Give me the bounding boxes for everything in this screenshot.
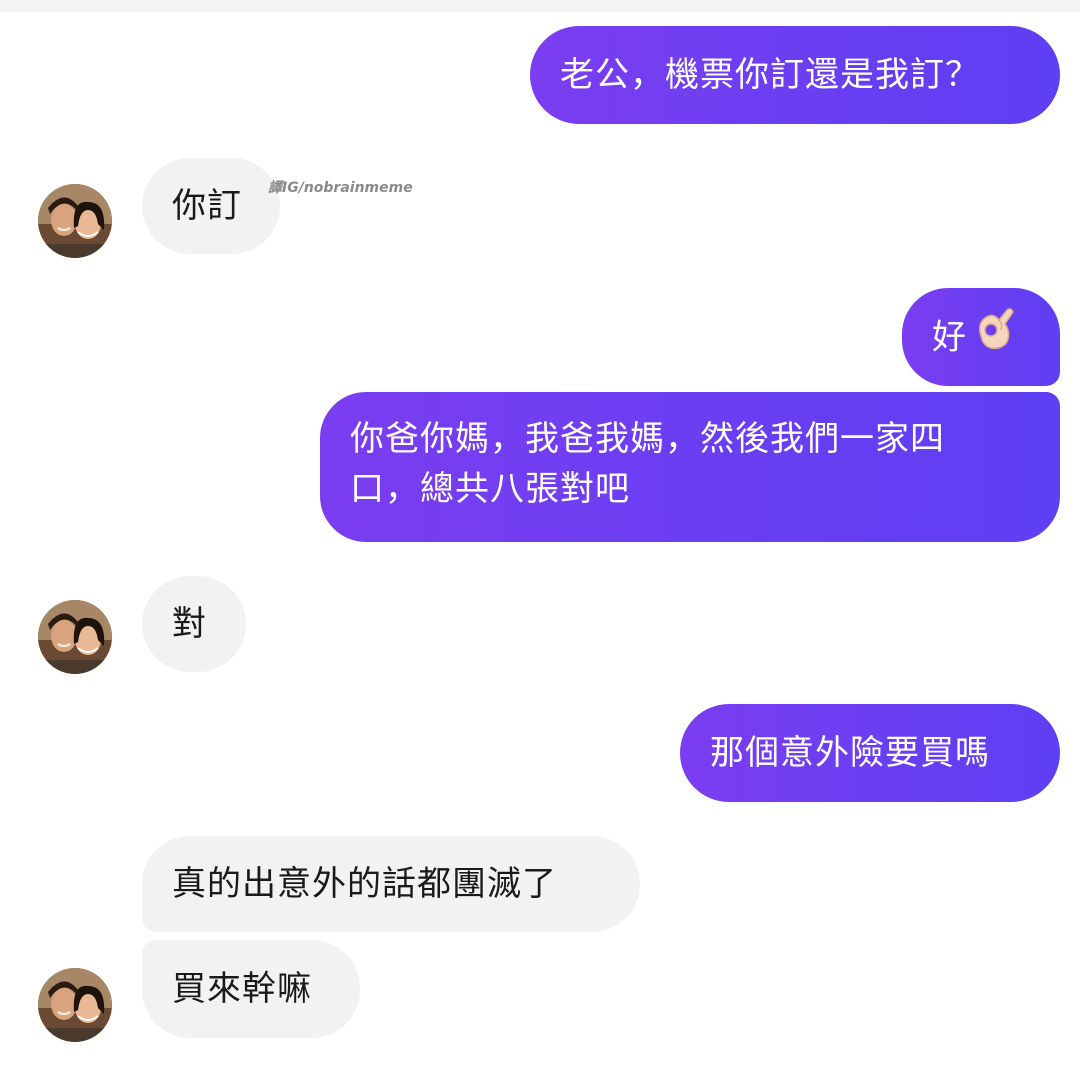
contact-avatar[interactable] [38,968,112,1042]
message-text: 買來幹嘛 [172,969,312,1009]
message-bubble-incoming[interactable]: 真的出意外的話都團滅了 [142,836,640,932]
message-bubble-outgoing[interactable]: 好 [902,288,1060,386]
message-text: 你訂 [172,186,242,226]
message-bubble-incoming[interactable]: 對 [142,576,246,672]
message-text: 老公，機票你訂還是我訂？ [560,55,980,95]
message-bubble-incoming[interactable]: 你訂 [142,158,280,254]
message-text: 真的出意外的話都團滅了 [172,864,557,904]
message-bubble-outgoing[interactable]: 你爸你媽，我爸我媽，然後我們一家四 口，總共八張對吧 [320,392,1060,542]
contact-avatar[interactable] [38,600,112,674]
message-bubble-outgoing[interactable]: 老公，機票你訂還是我訂？ [530,26,1060,124]
message-text: 對 [172,604,207,644]
message-bubble-incoming[interactable]: 買來幹嘛 [142,940,360,1038]
contact-avatar[interactable] [38,184,112,258]
message-text: 好 [932,317,967,358]
message-text: 那個意外險要買嗎 [710,733,990,773]
top-divider [0,0,1080,12]
message-text-line: 你爸你媽，我爸我媽，然後我們一家四 [350,419,945,459]
ok-hand-icon [973,306,1017,366]
message-bubble-outgoing[interactable]: 那個意外險要買嗎 [680,704,1060,802]
watermark-text: 譯IG/nobrainmeme [268,180,413,196]
message-text-line: 口，總共八張對吧 [350,469,630,509]
